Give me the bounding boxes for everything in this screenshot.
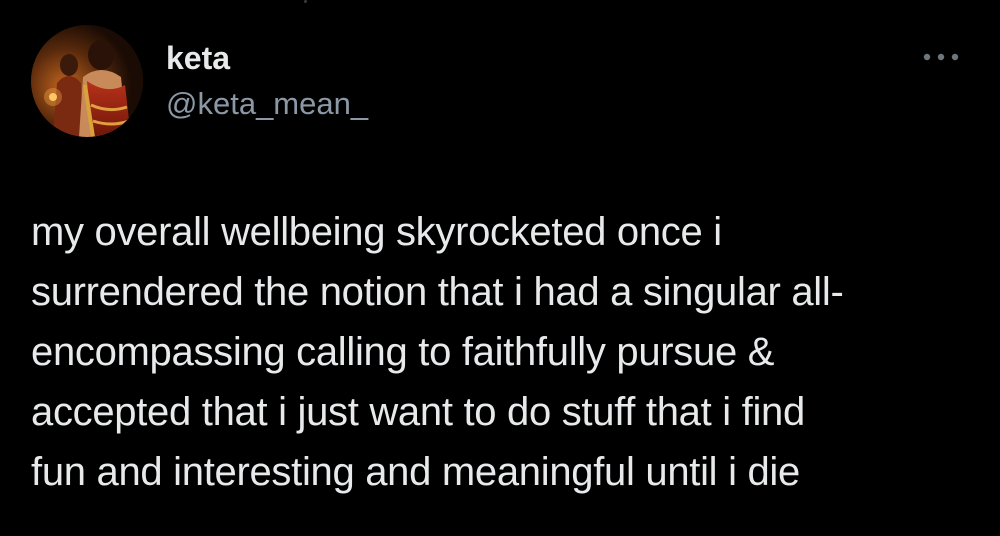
display-name[interactable]: keta — [166, 38, 230, 78]
tweet-text-line: accepted that i just want to do stuff th… — [31, 390, 805, 434]
more-horizontal-icon — [923, 53, 959, 61]
tweet-card: keta @keta_mean_ my overall wellbeing sk… — [0, 0, 1000, 536]
avatar-photo-icon — [31, 25, 143, 137]
tweet-text-line: my overall wellbeing skyrocketed once i — [31, 210, 722, 254]
user-handle[interactable]: @keta_mean_ — [166, 84, 368, 124]
tweet-text: my overall wellbeing skyrocketed once i … — [31, 202, 971, 502]
tweet-text-line: fun and interesting and meaningful until… — [31, 450, 800, 494]
divider-speck — [304, 0, 307, 3]
tweet-text-line: surrendered the notion that i had a sing… — [31, 270, 844, 314]
avatar[interactable] — [31, 25, 143, 137]
more-button[interactable] — [918, 42, 964, 72]
tweet-text-line: encompassing calling to faithfully pursu… — [31, 330, 775, 374]
